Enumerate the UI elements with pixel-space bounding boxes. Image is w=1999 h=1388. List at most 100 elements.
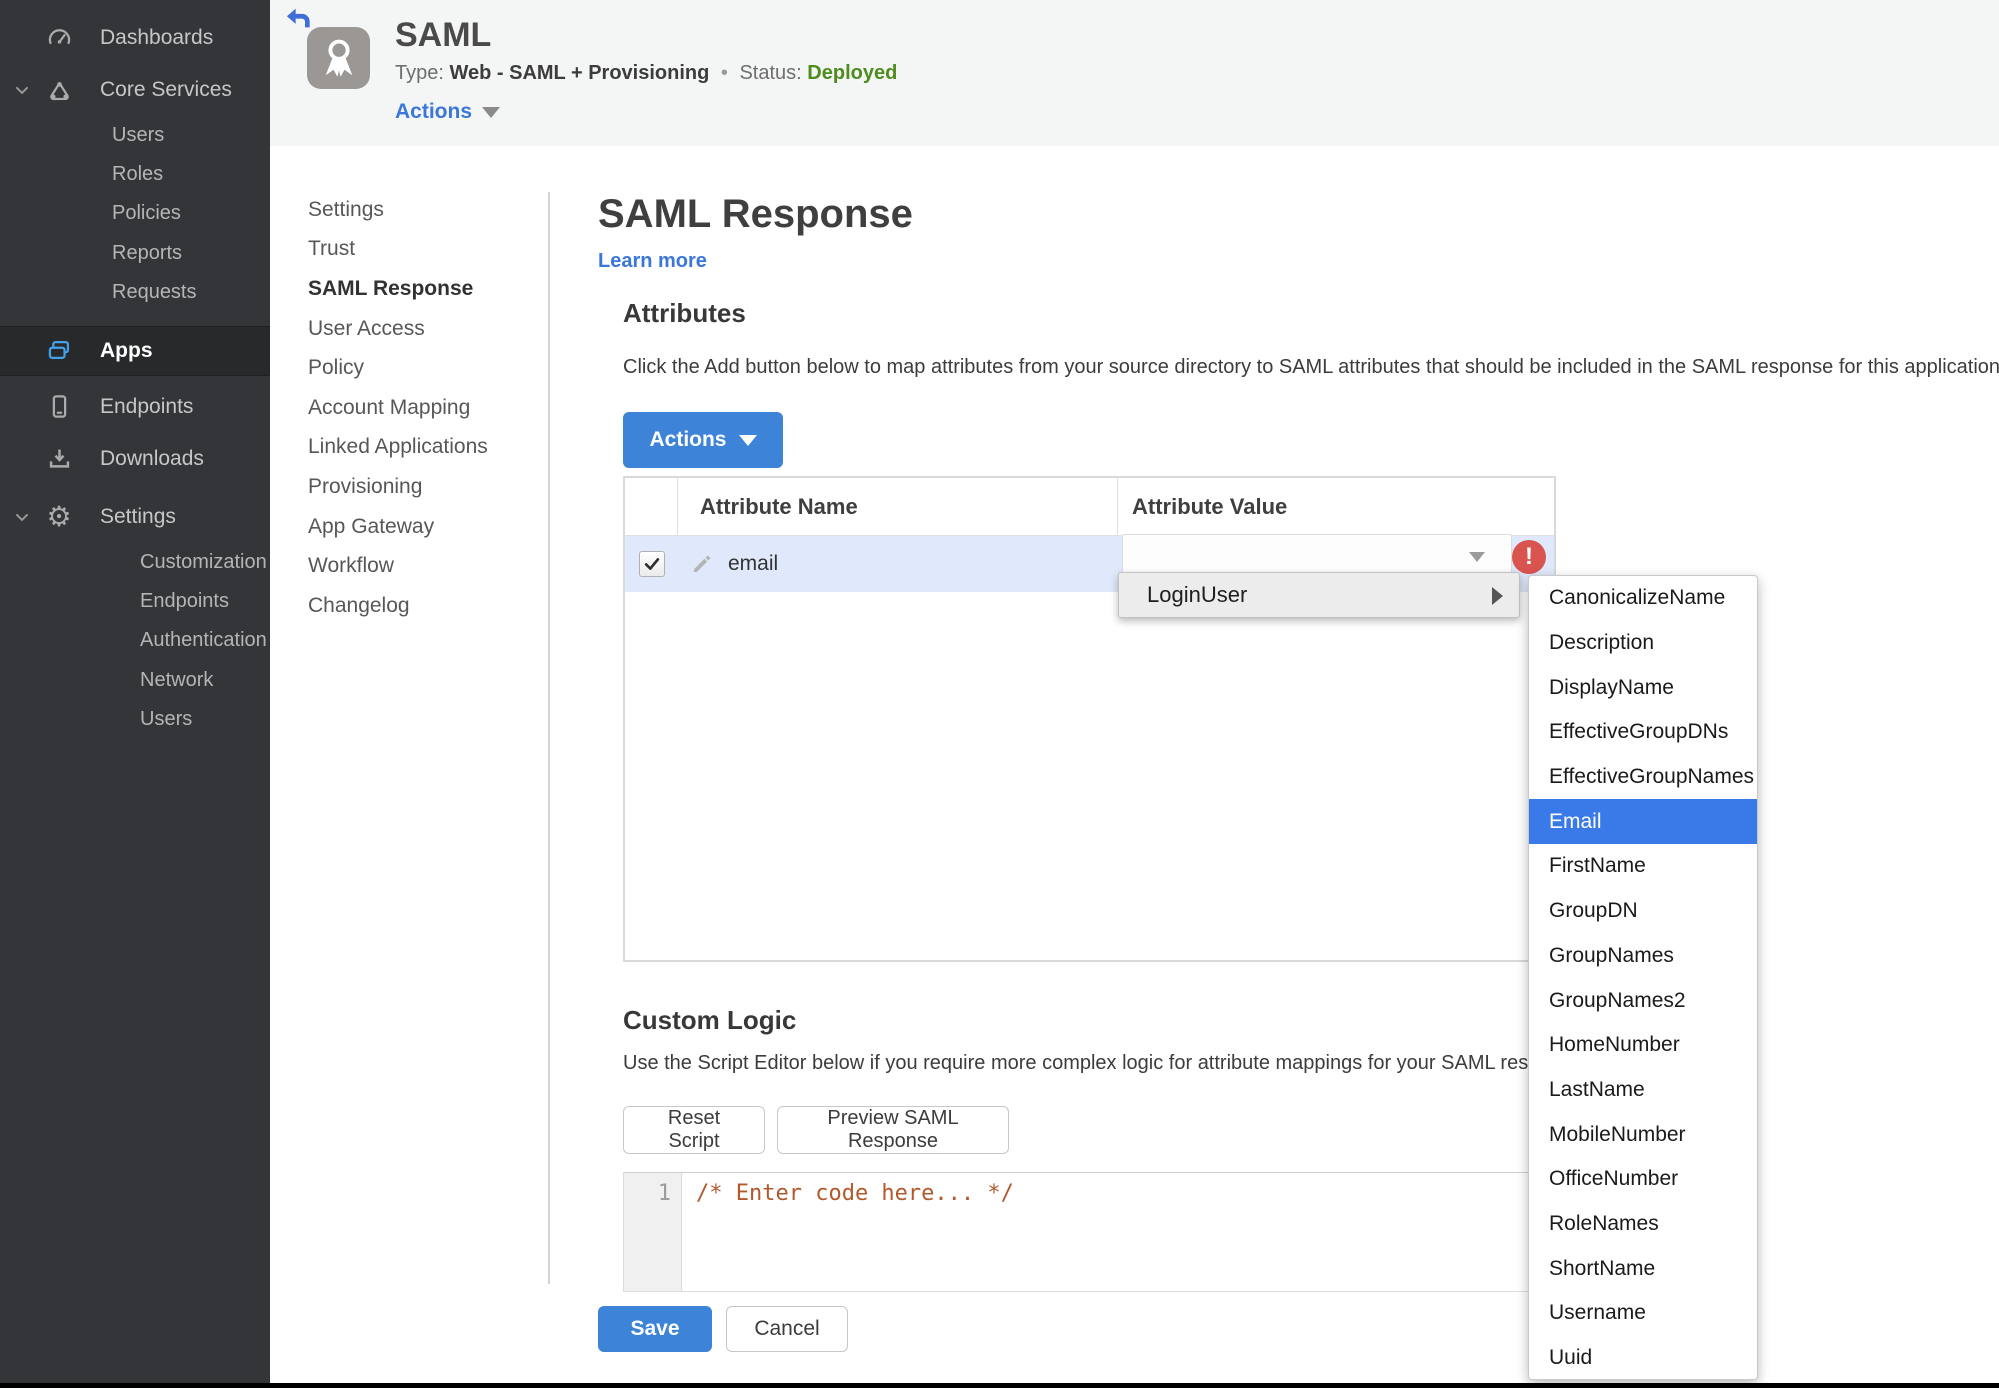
sidebar-item-label: Settings: [100, 504, 176, 528]
submenu-arrow-icon: [1492, 587, 1503, 605]
subnav-item[interactable]: Linked Applications: [308, 428, 538, 468]
reset-script-button[interactable]: Reset Script: [623, 1106, 765, 1154]
core-services-icon: [44, 75, 74, 105]
app-header: SAML Type: Web - SAML + Provisioning • S…: [270, 0, 1999, 146]
submenu-item[interactable]: Username: [1529, 1291, 1757, 1336]
submenu-item[interactable]: EffectiveGroupDNs: [1529, 710, 1757, 755]
row-checkbox[interactable]: [638, 551, 665, 577]
submenu-item[interactable]: HomeNumber: [1529, 1023, 1757, 1068]
subnav-item[interactable]: Provisioning: [308, 467, 538, 507]
sidebar-items: Dashboards Core Services Users Roles Pol…: [0, 12, 270, 739]
sidebar-item-label: Apps: [100, 338, 153, 362]
gauge-icon: [44, 23, 74, 53]
error-icon: !: [1512, 540, 1546, 574]
subnav-items: Settings Trust SAML Response User Access…: [308, 190, 538, 626]
sidebar-item-apps[interactable]: Apps: [0, 325, 270, 376]
sidebar-item-label: Policies: [112, 202, 181, 225]
sidebar-item-dashboards[interactable]: Dashboards: [0, 12, 270, 64]
sidebar-item-label: Downloads: [100, 446, 204, 470]
subnav-item[interactable]: Policy: [308, 348, 538, 388]
submenu-item[interactable]: GroupNames: [1529, 934, 1757, 979]
custom-logic-description: Use the Script Editor below if you requi…: [623, 1052, 1589, 1074]
sidebar-item-roles[interactable]: Roles: [0, 155, 270, 194]
cancel-button[interactable]: Cancel: [726, 1306, 848, 1352]
submenu-item[interactable]: MobileNumber: [1529, 1112, 1757, 1157]
app-meta: Type: Web - SAML + Provisioning • Status…: [395, 62, 897, 85]
back-arrow-icon[interactable]: [283, 4, 313, 32]
sidebar-item-label: Endpoints: [140, 590, 229, 613]
custom-logic-heading: Custom Logic: [623, 1005, 797, 1035]
meta-separator: •: [720, 62, 728, 84]
sidebar-item-label: Reports: [112, 241, 183, 264]
submenu-item[interactable]: LastName: [1529, 1068, 1757, 1113]
submenu-item[interactable]: GroupDN: [1529, 889, 1757, 934]
chevron-down-icon: [12, 507, 32, 527]
submenu-item[interactable]: Uuid: [1529, 1336, 1757, 1379]
submenu-item[interactable]: EffectiveGroupNames: [1529, 755, 1757, 800]
table-header: Attribute Name Attribute Value: [625, 478, 1554, 536]
sidebar-item-label: Users: [140, 707, 193, 730]
status-label: Status:: [739, 62, 802, 84]
preview-saml-response-button[interactable]: Preview SAML Response: [777, 1106, 1009, 1154]
sidebar-item-label: Endpoints: [100, 394, 194, 418]
sidebar-item-endpoints-settings[interactable]: Endpoints: [0, 582, 270, 621]
subnav-item[interactable]: App Gateway: [308, 507, 538, 547]
submenu-item[interactable]: DisplayName: [1529, 665, 1757, 710]
sidebar-item-reports[interactable]: Reports: [0, 234, 270, 273]
subnav-item[interactable]: Workflow: [308, 546, 538, 586]
edit-pencil-icon[interactable]: [690, 552, 714, 576]
subnav-item[interactable]: Changelog: [308, 586, 538, 626]
menu-item-loginuser[interactable]: LoginUser: [1118, 572, 1520, 618]
attribute-name-value: email: [728, 552, 779, 575]
sidebar-item-network[interactable]: Network: [0, 661, 270, 700]
script-editor: 1 /* Enter code here... */: [623, 1172, 1556, 1292]
sidebar-item-downloads[interactable]: Downloads: [0, 433, 270, 485]
sidebar-item-label: Requests: [112, 280, 197, 303]
sidebar-item-label: Authentication: [140, 629, 267, 652]
submenu-item[interactable]: OfficeNumber: [1529, 1157, 1757, 1202]
editor-code-area[interactable]: /* Enter code here... */: [682, 1173, 1555, 1291]
sidebar-item-users-settings[interactable]: Users: [0, 700, 270, 739]
caret-down-icon: [482, 106, 501, 118]
subnav-item[interactable]: Trust: [308, 230, 538, 270]
sidebar-item-label: Core Services: [100, 78, 232, 101]
attributes-table: Attribute Name Attribute Value email !: [623, 476, 1556, 962]
sidebar-item-endpoints[interactable]: Endpoints: [0, 381, 270, 433]
submenu-item[interactable]: RoleNames: [1529, 1202, 1757, 1247]
subnav-item[interactable]: Settings: [308, 190, 538, 230]
sidebar-item-users[interactable]: Users: [0, 116, 270, 155]
award-icon: [307, 27, 370, 89]
submenu-item[interactable]: Email: [1529, 799, 1757, 845]
subnav-item[interactable]: Account Mapping: [308, 388, 538, 428]
header-checkbox-column: [625, 478, 678, 535]
header-actions-label: Actions: [395, 100, 473, 123]
sidebar-item-authentication[interactable]: Authentication: [0, 621, 270, 660]
save-button[interactable]: Save: [598, 1306, 712, 1352]
gear-icon: ⚙: [46, 500, 72, 532]
sidebar-item-label: Network: [140, 668, 214, 691]
submenu-item[interactable]: GroupNames2: [1529, 978, 1757, 1023]
learn-more-link[interactable]: Learn more: [598, 250, 707, 273]
app-subnav: Settings Trust SAML Response User Access…: [308, 190, 538, 626]
sidebar-item-settings[interactable]: ⚙ Settings: [0, 491, 270, 543]
page-title: SAML: [395, 16, 492, 54]
sidebar-item-requests[interactable]: Requests: [0, 273, 270, 312]
header-actions-menu[interactable]: Actions: [395, 100, 501, 124]
sidebar-item-customization[interactable]: Customization: [0, 543, 270, 582]
status-badge: Deployed: [807, 62, 898, 84]
editor-line-number: 1: [624, 1173, 682, 1291]
submenu-item[interactable]: FirstName: [1529, 844, 1757, 889]
submenu-item[interactable]: CanonicalizeName: [1529, 576, 1757, 621]
sidebar-item-policies[interactable]: Policies: [0, 194, 270, 233]
attributes-heading: Attributes: [623, 298, 746, 328]
submenu-item[interactable]: Description: [1529, 621, 1757, 666]
sidebar-item-core-services[interactable]: Core Services: [0, 64, 270, 116]
window-bottom-edge: [0, 1383, 1999, 1388]
chevron-down-icon: [12, 80, 32, 100]
submenu-item[interactable]: ShortName: [1529, 1246, 1757, 1291]
attributes-actions-button[interactable]: Actions: [623, 412, 783, 468]
sidebar-item-label: Dashboards: [100, 26, 214, 49]
subnav-item[interactable]: User Access: [308, 309, 538, 349]
subnav-item[interactable]: SAML Response: [308, 269, 538, 309]
sidebar-item-label: Roles: [112, 163, 164, 186]
